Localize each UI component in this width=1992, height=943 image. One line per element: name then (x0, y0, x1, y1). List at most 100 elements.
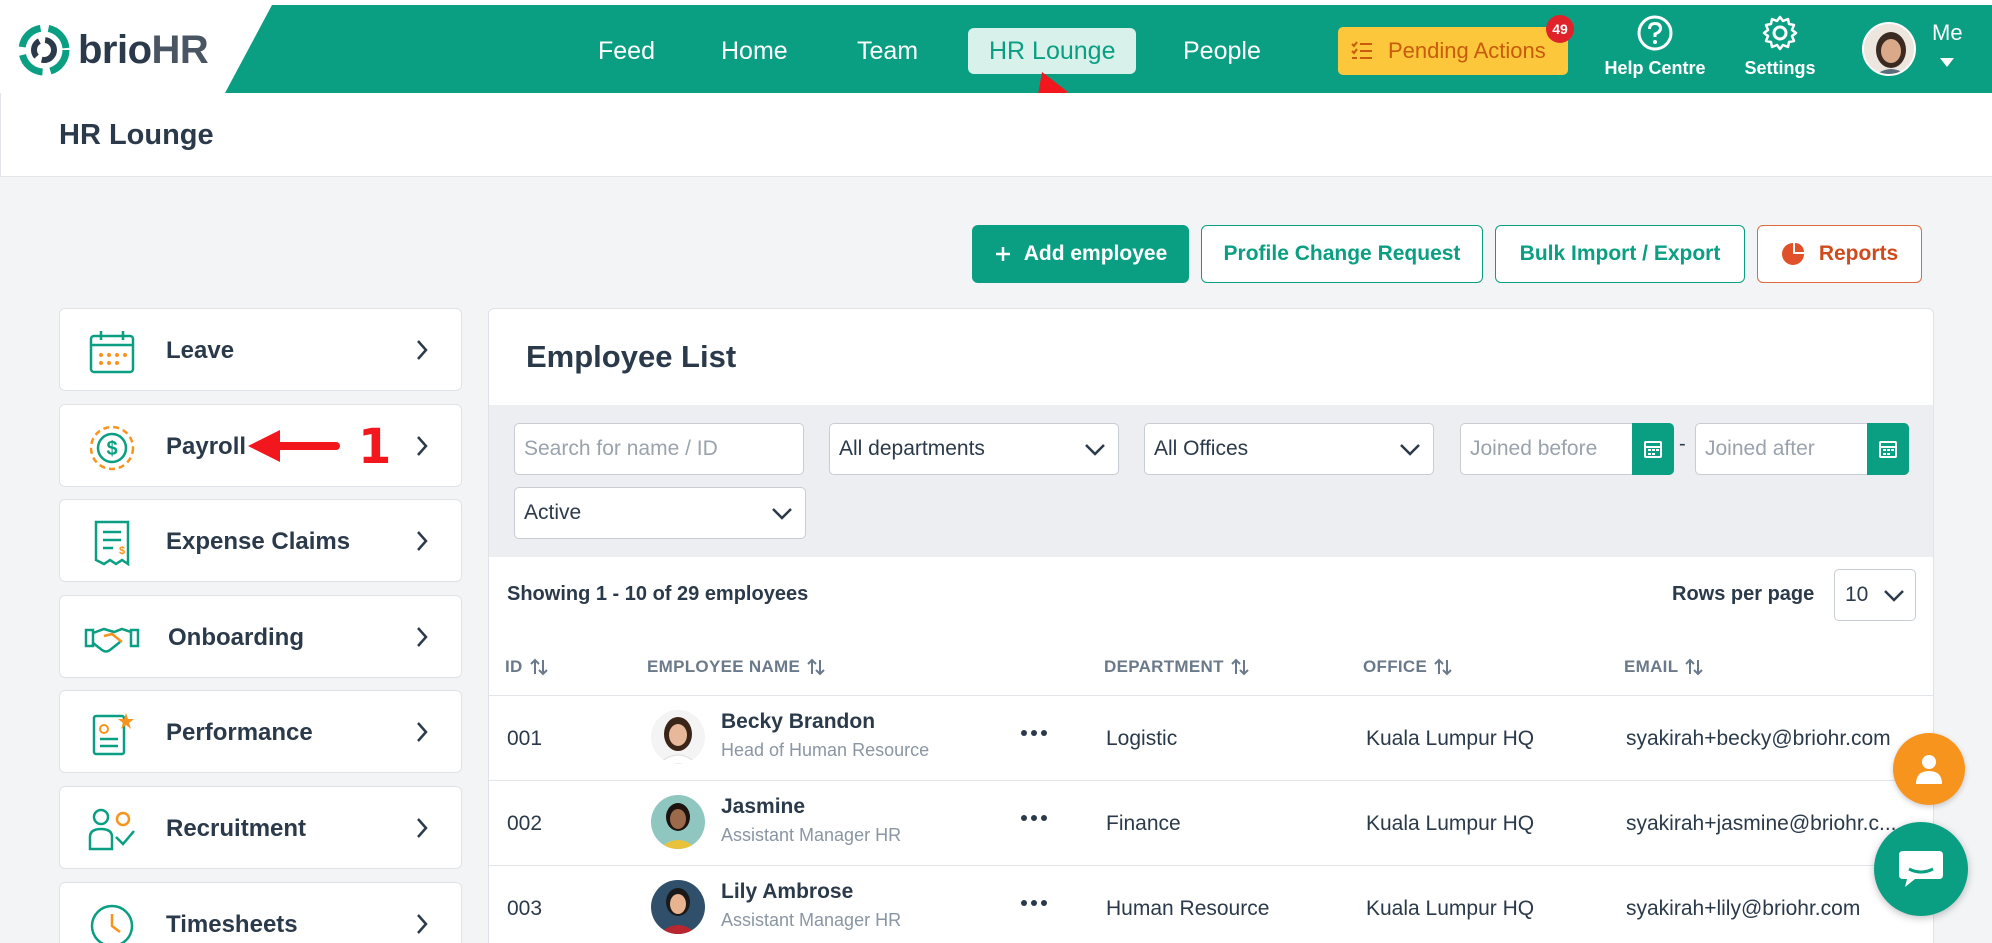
column-header-office[interactable]: OFFICE (1363, 657, 1452, 677)
department-select-value: All departments (839, 437, 985, 460)
chevron-right-icon (417, 627, 428, 647)
sidebar-item-label: Expense Claims (166, 528, 351, 555)
joined-before-calendar-button[interactable] (1632, 423, 1674, 475)
column-header-label: DEPARTMENT (1104, 657, 1224, 676)
bulk-import-export-button[interactable]: Bulk Import / Export (1495, 225, 1745, 283)
status-select-value: Active (524, 501, 582, 524)
nav-people[interactable]: People (1162, 28, 1282, 74)
column-header-label: OFFICE (1363, 657, 1428, 676)
pending-count-badge: 49 (1546, 15, 1574, 43)
employee-photo-icon (651, 710, 705, 764)
svg-text:$: $ (119, 545, 125, 557)
employee-id: 001 (507, 727, 543, 750)
date-range-separator: - (1679, 433, 1686, 455)
receipt-icon: $ (94, 520, 130, 566)
dollar-coin-icon: $ (89, 425, 135, 471)
employee-email: syakirah+becky@briohr.com (1626, 727, 1891, 750)
employee-avatar (651, 710, 705, 764)
nav-home[interactable]: Home (700, 28, 809, 74)
column-header-id[interactable]: ID (505, 657, 548, 677)
profile-change-request-button[interactable]: Profile Change Request (1201, 225, 1483, 283)
settings-label: Settings (1744, 58, 1816, 78)
table-row[interactable]: 003 Lily Ambrose Assistant Manager HR Hu… (489, 866, 1933, 943)
help-centre-button[interactable]: Help Centre (1600, 14, 1710, 79)
table-row[interactable]: 001 Becky Brandon Head of Human Resource… (489, 696, 1933, 781)
employee-department: Finance (1106, 812, 1181, 835)
reports-button[interactable]: Reports (1757, 225, 1922, 283)
employee-name[interactable]: Jasmine (721, 795, 805, 819)
page-title: HR Lounge (59, 119, 214, 151)
employee-office: Kuala Lumpur HQ (1366, 727, 1535, 750)
employee-title: Assistant Manager HR (721, 910, 902, 930)
me-label[interactable]: Me (1932, 20, 1963, 46)
column-header-label: EMAIL (1624, 657, 1679, 676)
briohr-logo[interactable]: brioHR (18, 24, 209, 76)
results-count: Showing 1 - 10 of 29 employees (507, 583, 809, 605)
employee-office: Kuala Lumpur HQ (1366, 812, 1535, 835)
profile-fab-button[interactable] (1893, 733, 1965, 805)
sidebar-item-label: Performance (166, 719, 313, 746)
joined-after-calendar-button[interactable] (1867, 423, 1909, 475)
svg-text:$: $ (106, 438, 117, 460)
employee-email: syakirah+lily@briohr.com (1626, 897, 1861, 920)
employee-id: 002 (507, 812, 543, 835)
rows-per-page-value: 10 (1845, 583, 1869, 606)
column-header-employee-name[interactable]: EMPLOYEE NAME (647, 657, 825, 677)
table-row[interactable]: 002 Jasmine Assistant Manager HR Finance… (489, 781, 1933, 866)
column-header-department[interactable]: DEPARTMENT (1104, 657, 1249, 677)
employee-title: Head of Human Resource (721, 740, 930, 760)
sidebar-item-onboarding[interactable]: Onboarding (59, 595, 462, 678)
chat-button[interactable] (1874, 822, 1968, 916)
pending-actions-button[interactable]: Pending Actions (1338, 27, 1568, 75)
employee-office: Kuala Lumpur HQ (1366, 897, 1535, 920)
sort-icon (1685, 658, 1704, 676)
rows-per-page-select[interactable]: 10 (1834, 569, 1916, 621)
chevron-down-icon (772, 508, 792, 520)
sort-icon (529, 658, 548, 676)
employee-title: Assistant Manager HR (721, 825, 902, 845)
checklist-icon (1351, 41, 1372, 59)
sidebar-item-performance[interactable]: Performance (59, 690, 462, 773)
caret-down-icon[interactable] (1940, 58, 1954, 67)
chevron-down-icon (1884, 590, 1904, 602)
nav-team[interactable]: Team (836, 28, 939, 74)
sidebar-item-label: Onboarding (168, 624, 304, 651)
search-input[interactable]: Search for name / ID (514, 423, 804, 475)
employee-email: syakirah+jasmine@briohr.c... (1626, 812, 1897, 835)
sort-icon (1434, 658, 1452, 676)
gear-icon (1762, 15, 1798, 51)
office-select[interactable]: All Offices (1144, 423, 1434, 475)
people-check-icon (88, 808, 135, 851)
sort-icon (1231, 658, 1249, 676)
calendar-icon (89, 331, 135, 374)
pending-actions-label: Pending Actions (1388, 38, 1546, 63)
employee-avatar (651, 880, 705, 934)
department-select[interactable]: All departments (829, 423, 1119, 475)
more-options-icon[interactable] (1021, 900, 1047, 906)
column-header-email[interactable]: EMAIL (1624, 657, 1704, 677)
sidebar-item-expense-claims[interactable]: $ Expense Claims (59, 499, 462, 582)
employee-name[interactable]: Lily Ambrose (721, 880, 853, 904)
reports-label: Reports (1818, 242, 1899, 265)
question-circle-icon (1637, 15, 1673, 51)
sort-icon (807, 658, 825, 676)
my-avatar[interactable] (1862, 22, 1916, 76)
nav-feed[interactable]: Feed (577, 28, 676, 74)
add-employee-label: Add employee (1023, 242, 1168, 265)
clock-icon (90, 904, 134, 943)
status-select[interactable]: Active (514, 487, 806, 539)
add-employee-button[interactable]: Add employee (972, 225, 1189, 283)
page-header: HR Lounge (0, 93, 1992, 177)
annotation-step-number: 1 (358, 419, 392, 475)
employee-name[interactable]: Becky Brandon (721, 710, 875, 734)
employee-photo-icon (651, 795, 705, 849)
sidebar-item-leave[interactable]: Leave (59, 308, 462, 391)
chevron-right-icon (417, 436, 428, 456)
more-options-icon[interactable] (1021, 815, 1047, 821)
more-options-icon[interactable] (1021, 730, 1047, 736)
settings-button[interactable]: Settings (1725, 14, 1835, 79)
sidebar-item-recruitment[interactable]: Recruitment (59, 786, 462, 869)
clipboard-star-icon (92, 713, 134, 756)
sidebar-item-timesheets[interactable]: Timesheets (59, 882, 462, 943)
column-header-label: ID (505, 657, 523, 676)
